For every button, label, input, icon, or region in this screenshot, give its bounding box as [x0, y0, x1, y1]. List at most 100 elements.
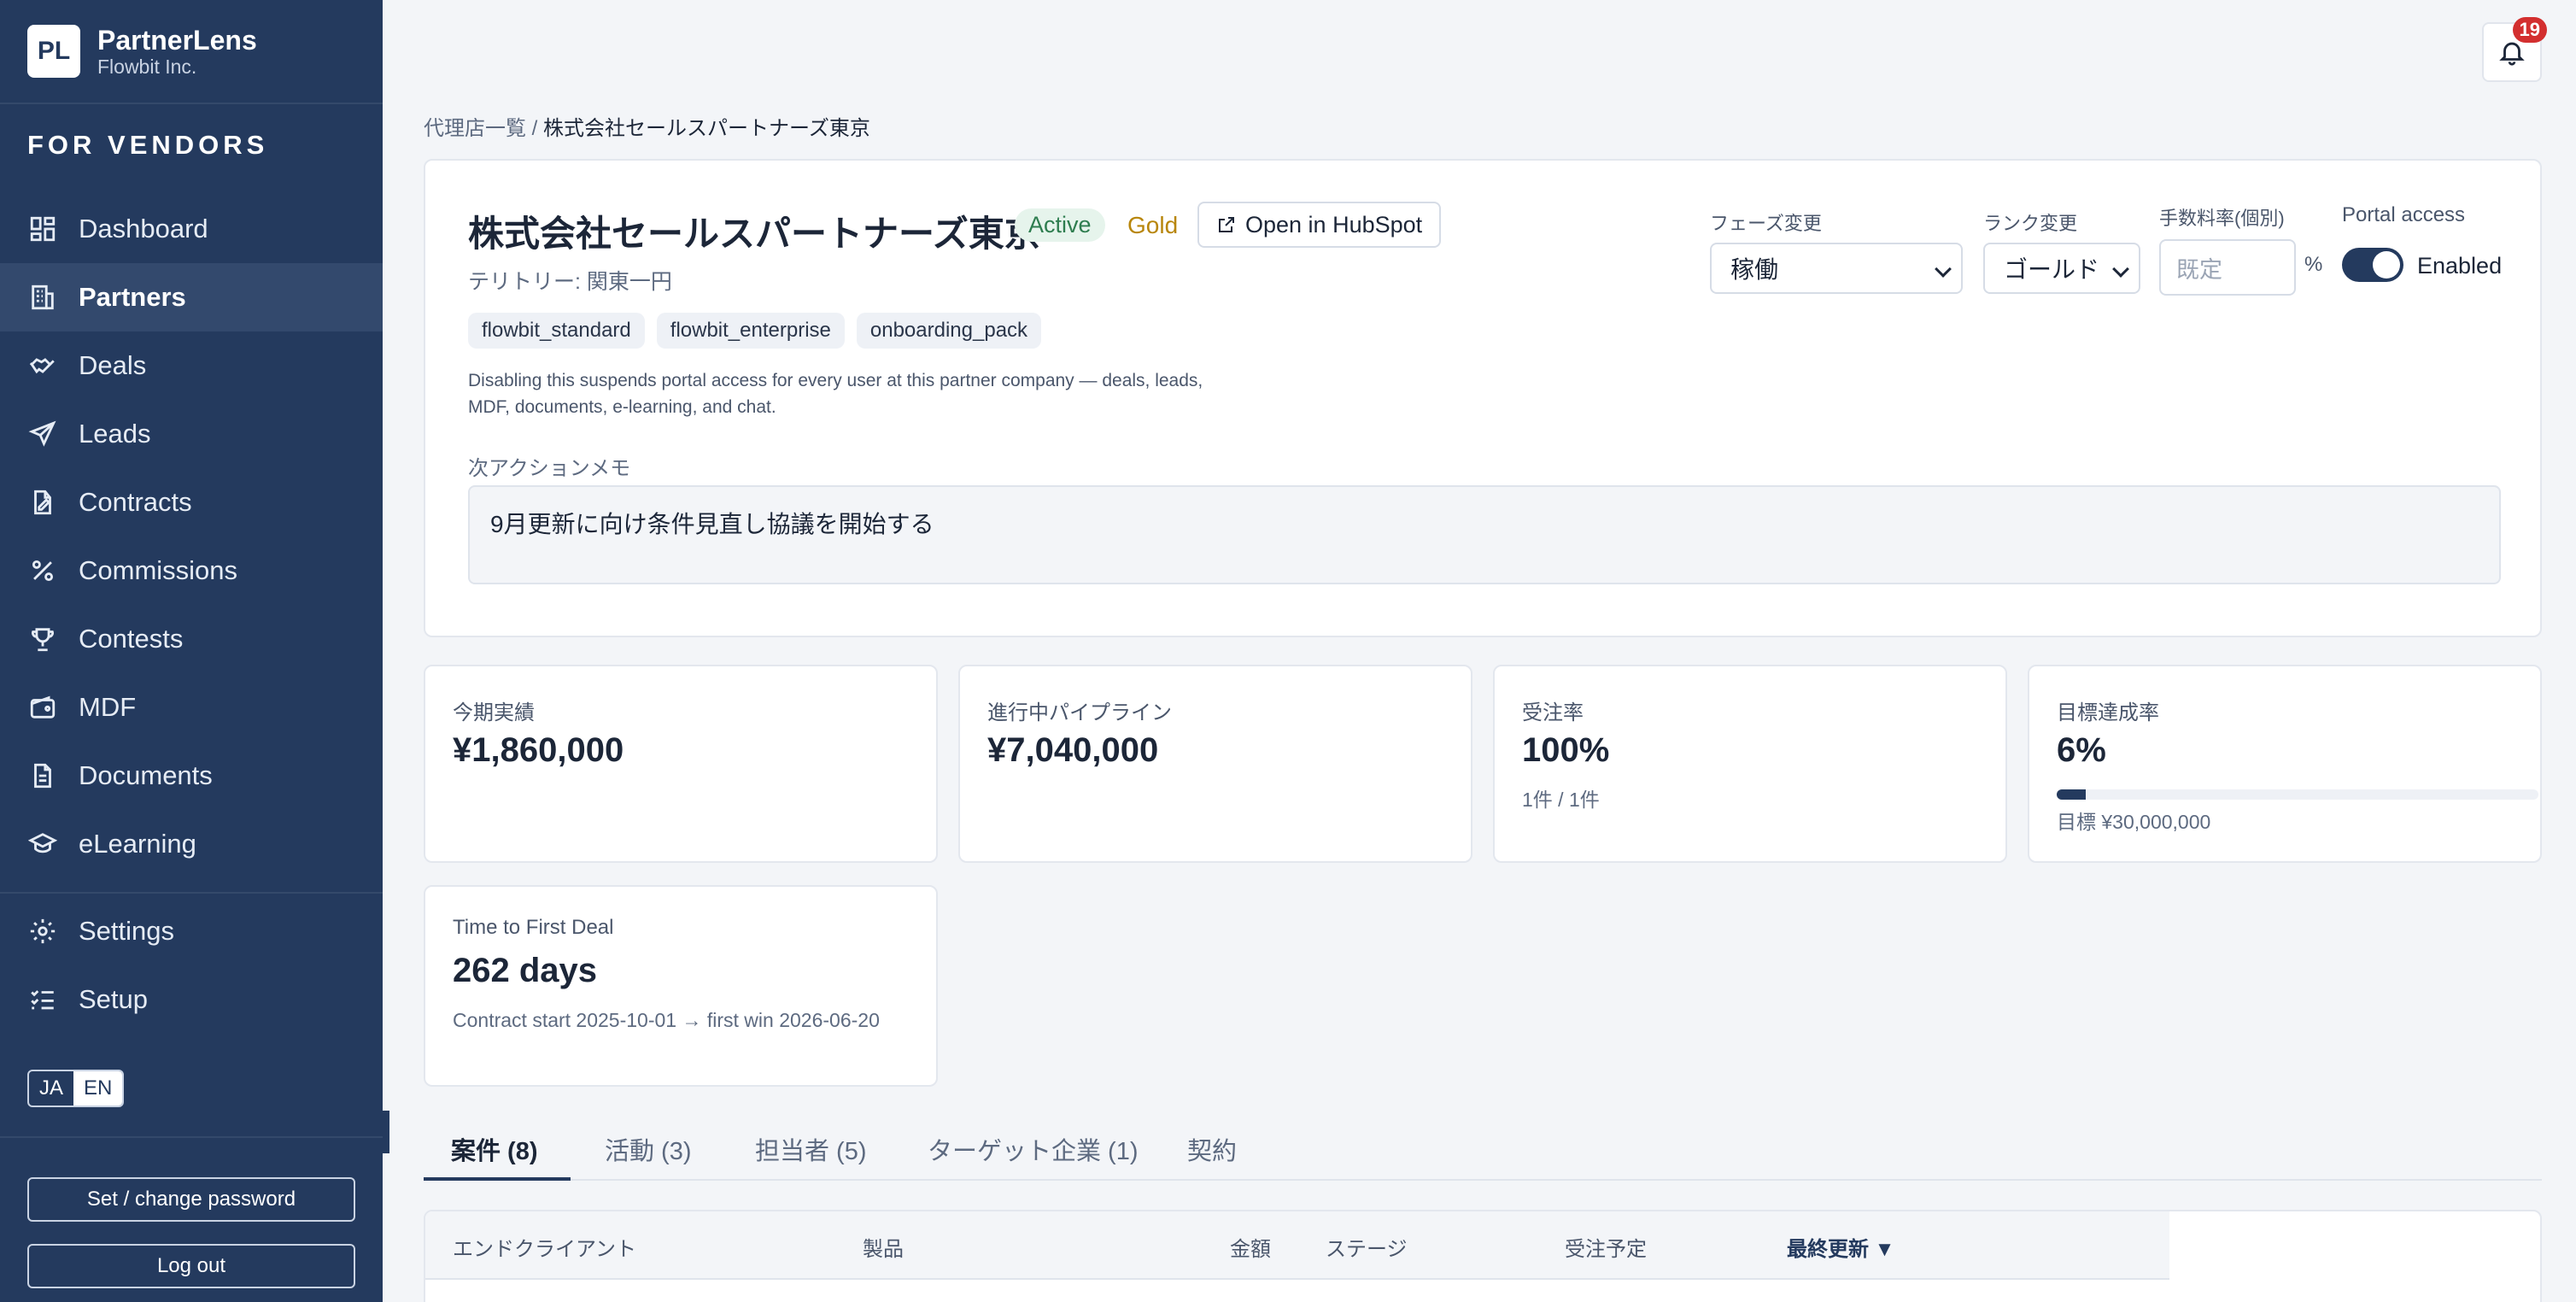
sidebar-divider: [0, 1136, 383, 1138]
memo-label: 次アクションメモ: [468, 457, 631, 480]
gear-icon: [27, 916, 58, 947]
sidebar-item-label: Settings: [79, 916, 175, 946]
sidebar: PL PartnerLens Flowbit Inc. FOR VENDORS …: [0, 0, 383, 1302]
notifications-badge: 19: [2512, 17, 2547, 43]
breadcrumb: 代理店一覧 / 株式会社セールスパートナーズ東京: [424, 111, 870, 141]
status-badge: Active: [1015, 208, 1105, 242]
kpi-sub: 1件 / 1件: [1522, 789, 1600, 811]
sidebar-item-label: Setup: [79, 984, 149, 1014]
open-in-hubspot-button[interactable]: Open in HubSpot: [1197, 202, 1442, 248]
sidebar-item-label: Commissions: [79, 555, 238, 585]
sidebar-item-dashboard[interactable]: Dashboard: [0, 195, 383, 263]
tab-deals[interactable]: 案件 (8): [451, 1131, 538, 1167]
kpi-label: 今期実績: [453, 701, 535, 724]
portal-access-toggle[interactable]: [2342, 248, 2403, 282]
kpi-value: ¥7,040,000: [987, 731, 1159, 769]
sidebar-item-leads[interactable]: Leads: [0, 400, 383, 468]
column-amount[interactable]: 金額: [1230, 1232, 1271, 1262]
sidebar-item-label: Documents: [79, 760, 213, 790]
partner-header-card: 株式会社セールスパートナーズ東京 Active Gold Open in Hub…: [424, 159, 2542, 637]
column-end-client[interactable]: エンドクライアント: [453, 1232, 636, 1262]
rank-label: ランク変更: [1983, 213, 2078, 234]
active-tab-indicator: [424, 1177, 571, 1181]
commission-rate-input[interactable]: 既定: [2159, 239, 2296, 296]
tag: onboarding_pack: [856, 313, 1042, 349]
tag-list: flowbit_standard flowbit_enterprise onbo…: [468, 313, 1042, 349]
brand-logo: PL: [27, 25, 80, 78]
kpi-card-pipeline: 進行中パイプライン ¥7,040,000: [958, 665, 1472, 863]
phase-select[interactable]: 稼働: [1710, 243, 1963, 294]
tab-activities[interactable]: 活動 (3): [605, 1131, 692, 1167]
sidebar-item-partners[interactable]: Partners: [0, 263, 383, 331]
kpi-sub: Contract start 2025-10-01 → first win 20…: [453, 1009, 880, 1031]
tab-target-companies[interactable]: ターゲット企業 (1): [928, 1131, 1139, 1167]
sidebar-item-setup[interactable]: Setup: [0, 965, 383, 1034]
kpi-value: 100%: [1522, 731, 1610, 769]
table-header: エンドクライアント 製品 金額 ステージ 受注予定 最終更新 ▼: [425, 1211, 2169, 1280]
portal-access-label: Portal access: [2342, 203, 2466, 226]
language-switch: JA EN: [27, 1070, 125, 1107]
rank-select[interactable]: ゴールド: [1983, 243, 2140, 294]
sidebar-item-contests[interactable]: Contests: [0, 605, 383, 673]
rate-unit: %: [2304, 253, 2323, 276]
portal-access-state: Enabled: [2417, 253, 2503, 279]
send-icon: [27, 419, 58, 449]
lang-en-button[interactable]: EN: [73, 1071, 123, 1106]
target-progress-bar: [2057, 789, 2538, 800]
sidebar-item-label: Deals: [79, 350, 147, 380]
sidebar-item-label: Contracts: [79, 487, 192, 517]
sidebar-item-label: Partners: [79, 282, 186, 312]
brand-name: PartnerLens: [97, 25, 257, 56]
tab-contracts[interactable]: 契約: [1187, 1131, 1237, 1167]
sidebar-item-settings[interactable]: Settings: [0, 897, 383, 965]
sidebar-item-label: Contests: [79, 624, 184, 654]
kpi-card-time-to-first-deal: Time to First Deal 262 days Contract sta…: [424, 885, 938, 1087]
tag: flowbit_standard: [468, 313, 645, 349]
change-password-button[interactable]: Set / change password: [27, 1177, 355, 1222]
phase-label: フェーズ変更: [1710, 213, 1822, 234]
kpi-label: 目標達成率: [2057, 701, 2159, 724]
column-last-updated[interactable]: 最終更新 ▼: [1787, 1232, 1894, 1262]
rank-badge: Gold: [1127, 212, 1179, 238]
sidebar-item-deals[interactable]: Deals: [0, 331, 383, 400]
kpi-sub: 目標 ¥30,000,000: [2057, 811, 2211, 833]
dashboard-icon: [27, 214, 58, 244]
brand[interactable]: PL PartnerLens Flowbit Inc.: [0, 0, 383, 104]
next-action-memo[interactable]: 9月更新に向け条件見直し協議を開始する: [468, 485, 2501, 584]
sidebar-item-label: Leads: [79, 419, 151, 449]
kpi-value: ¥1,860,000: [453, 731, 624, 769]
phase-select-value: 稼働: [1730, 256, 1779, 283]
external-link-icon: [1219, 217, 1234, 232]
checklist-icon: [27, 984, 58, 1015]
sidebar-item-documents[interactable]: Documents: [0, 742, 383, 810]
sidebar-item-label: Dashboard: [79, 214, 208, 243]
sidebar-item-contracts[interactable]: Contracts: [0, 468, 383, 537]
logout-button[interactable]: Log out: [27, 1244, 355, 1288]
sidebar-section-label: FOR VENDORS: [27, 130, 269, 160]
building-icon: [27, 282, 58, 313]
rate-label: 手数料率(個別): [2159, 208, 2285, 229]
tab-contacts[interactable]: 担当者 (5): [755, 1131, 867, 1167]
brand-company: Flowbit Inc.: [97, 56, 197, 78]
percent-icon: [27, 555, 58, 586]
tag: flowbit_enterprise: [656, 313, 845, 349]
column-expected-close[interactable]: 受注予定: [1565, 1232, 1647, 1262]
sidebar-item-elearning[interactable]: eLearning: [0, 810, 383, 878]
sidebar-nav: Dashboard Partners Deals Leads Contracts…: [0, 195, 383, 878]
sidebar-item-commissions[interactable]: Commissions: [0, 537, 383, 605]
column-stage[interactable]: ステージ: [1326, 1232, 1408, 1262]
kpi-value: 6%: [2057, 731, 2106, 769]
sidebar-item-label: eLearning: [79, 829, 196, 859]
lang-ja-button[interactable]: JA: [29, 1071, 73, 1106]
breadcrumb-parent-link[interactable]: 代理店一覧: [424, 117, 526, 140]
sidebar-item-mdf[interactable]: MDF: [0, 673, 383, 742]
sidebar-item-label: MDF: [79, 692, 137, 722]
column-product[interactable]: 製品: [863, 1232, 904, 1262]
rank-select-value: ゴールド: [2004, 256, 2100, 283]
breadcrumb-current: 株式会社セールスパートナーズ東京: [543, 117, 870, 140]
notifications-button[interactable]: 19: [2482, 17, 2547, 82]
sidebar-divider: [0, 892, 383, 894]
sidebar-resize-handle[interactable]: [383, 1111, 389, 1153]
handshake-icon: [27, 350, 58, 381]
partner-title: 株式会社セールスパートナーズ東京: [468, 214, 1040, 254]
